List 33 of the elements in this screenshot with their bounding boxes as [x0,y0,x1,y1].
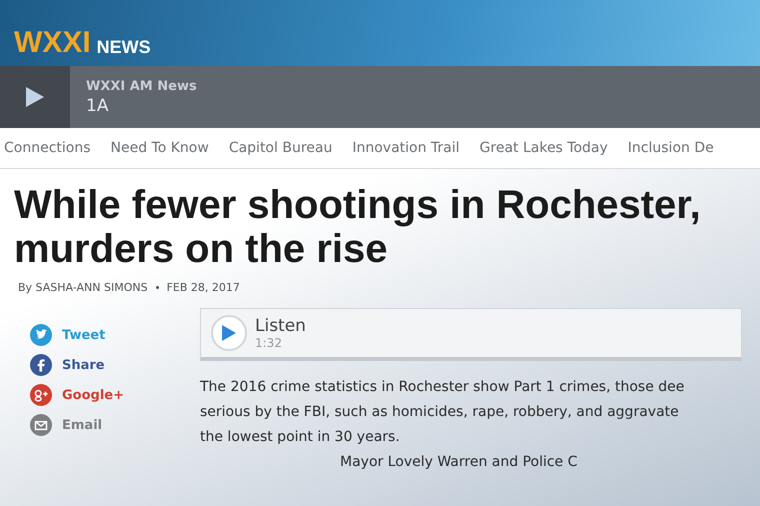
nav-link[interactable]: Connections [4,140,91,156]
envelope-icon [30,414,52,436]
nav-link[interactable]: Inclusion De [628,140,714,156]
facebook-icon [30,354,52,376]
byline: By SASHA-ANN SIMONS [18,281,148,294]
bird-icon [30,324,52,346]
play-icon [25,86,45,108]
headline-line: murders on the rise [14,227,388,271]
article-text-line: serious by the FBI, such as homicides, rape, robbery, and aggravate [200,403,680,422]
program-name: 1A [86,96,110,116]
logo-mark: WXXI [14,28,91,58]
share-link[interactable]: Email [30,414,160,436]
headline-line: While fewer shootings in Rochester, [14,183,702,227]
article-text-line: Mayor Lovely Warren and Police C [339,453,578,472]
google-plus-icon [30,384,52,406]
listen-play-button[interactable] [211,315,247,351]
article-text-line: the lowest point in 30 years. [200,428,401,447]
nav-link[interactable]: Capitol Bureau [228,140,332,156]
play-icon [221,324,237,342]
nav-link[interactable]: Innovation Trail [352,140,460,156]
article-text-line: The 2016 crime statistics in Rochester show Part 1 crimes, those dee [200,378,686,397]
separator-dot [156,286,159,289]
station-name: WXXI AM News [86,78,197,94]
logo-word: NEWS [96,37,151,58]
share-link[interactable]: Share [30,354,160,376]
audio-duration: 1:32 [255,336,283,350]
share-link[interactable]: Tweet [30,324,160,346]
listen-label: Listen [255,316,306,336]
nav-link[interactable]: Great Lakes Today [480,140,608,156]
publish-date: FEB 28, 2017 [166,281,240,294]
nav-link[interactable]: Need To Know [110,140,209,156]
play-button[interactable] [0,66,70,128]
share-link[interactable]: Google+ [30,384,160,406]
